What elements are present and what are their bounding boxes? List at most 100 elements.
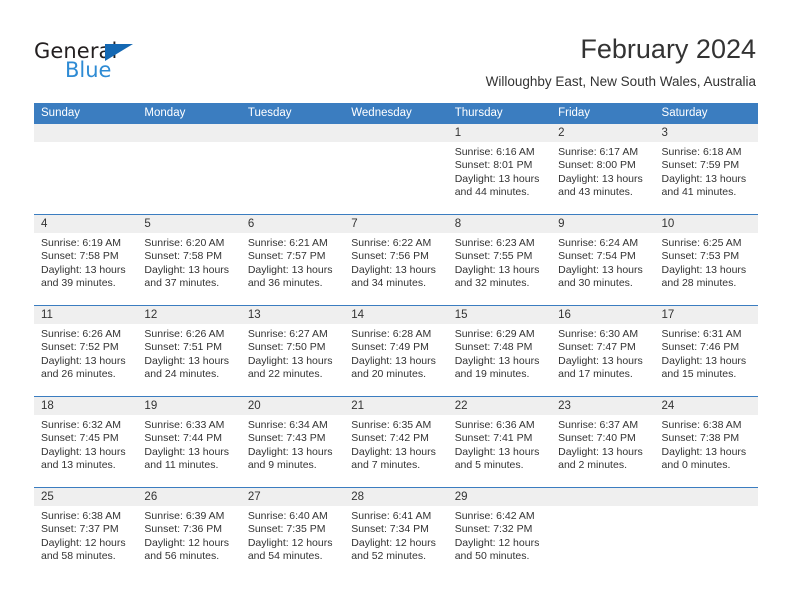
- daylight-line-1: Daylight: 13 hours: [144, 445, 230, 458]
- day-number[interactable]: 3: [655, 124, 758, 142]
- day-cell[interactable]: Sunrise: 6:19 AM Sunset: 7:58 PM Dayligh…: [34, 233, 137, 305]
- sunset-line: Sunset: 7:51 PM: [144, 341, 223, 354]
- day-cell[interactable]: Sunrise: 6:28 AM Sunset: 7:49 PM Dayligh…: [344, 324, 447, 396]
- day-cell[interactable]: Sunrise: 6:26 AM Sunset: 7:51 PM Dayligh…: [137, 324, 240, 396]
- sunrise-line: Sunrise: 6:35 AM: [351, 419, 432, 431]
- day-cell[interactable]: Sunrise: 6:32 AM Sunset: 7:45 PM Dayligh…: [34, 415, 137, 487]
- day-cell[interactable]: Sunrise: 6:34 AM Sunset: 7:43 PM Dayligh…: [241, 415, 344, 487]
- daylight-line-2: and 44 minutes.: [454, 186, 530, 199]
- day-cell[interactable]: Sunrise: 6:25 AM Sunset: 7:53 PM Dayligh…: [655, 233, 758, 305]
- day-number[interactable]: 14: [344, 306, 447, 324]
- day-cell[interactable]: [34, 142, 137, 214]
- daylight-line-2: and 36 minutes.: [247, 277, 323, 290]
- daylight-line-1: Daylight: 13 hours: [41, 263, 126, 276]
- sunset-line: Sunset: 7:42 PM: [351, 432, 429, 445]
- day-number[interactable]: 26: [137, 488, 240, 506]
- sunrise-line: Sunrise: 6:31 AM: [661, 328, 742, 340]
- day-cell[interactable]: Sunrise: 6:31 AM Sunset: 7:46 PM Dayligh…: [655, 324, 758, 396]
- day-cell[interactable]: [241, 142, 344, 214]
- weekday-header-friday: Friday: [558, 107, 591, 119]
- day-number[interactable]: 17: [655, 306, 758, 324]
- day-number[interactable]: 16: [551, 306, 654, 324]
- day-cell[interactable]: Sunrise: 6:17 AM Sunset: 8:00 PM Dayligh…: [551, 142, 654, 214]
- sunset-line: Sunset: 7:49 PM: [351, 341, 429, 354]
- day-number[interactable]: [344, 124, 447, 142]
- daylight-line-1: Daylight: 13 hours: [454, 445, 540, 458]
- day-cell[interactable]: Sunrise: 6:24 AM Sunset: 7:54 PM Dayligh…: [551, 233, 654, 305]
- day-cell[interactable]: Sunrise: 6:38 AM Sunset: 7:38 PM Dayligh…: [655, 415, 758, 487]
- day-number[interactable]: 8: [448, 215, 551, 233]
- day-number[interactable]: 21: [344, 397, 447, 415]
- weekday-header-tuesday: Tuesday: [247, 107, 292, 119]
- weekday-header-saturday: Saturday: [661, 107, 708, 119]
- day-number[interactable]: [551, 488, 654, 506]
- day-cell[interactable]: Sunrise: 6:33 AM Sunset: 7:44 PM Dayligh…: [137, 415, 240, 487]
- day-cell[interactable]: Sunrise: 6:36 AM Sunset: 7:41 PM Dayligh…: [448, 415, 551, 487]
- sunrise-line: Sunrise: 6:28 AM: [351, 328, 432, 340]
- day-number[interactable]: 23: [551, 397, 654, 415]
- day-number[interactable]: 19: [137, 397, 240, 415]
- day-cell[interactable]: Sunrise: 6:30 AM Sunset: 7:47 PM Dayligh…: [551, 324, 654, 396]
- day-cell[interactable]: Sunrise: 6:42 AM Sunset: 7:32 PM Dayligh…: [448, 506, 551, 578]
- day-number[interactable]: 4: [34, 215, 137, 233]
- day-cell[interactable]: [551, 506, 654, 578]
- day-cell[interactable]: [137, 142, 240, 214]
- sunrise-line: Sunrise: 6:22 AM: [351, 237, 432, 249]
- day-cell[interactable]: Sunrise: 6:22 AM Sunset: 7:56 PM Dayligh…: [344, 233, 447, 305]
- day-cell[interactable]: Sunrise: 6:20 AM Sunset: 7:58 PM Dayligh…: [137, 233, 240, 305]
- day-number[interactable]: 1: [448, 124, 551, 142]
- general-blue-logo[interactable]: General Blue: [34, 40, 214, 90]
- day-cell[interactable]: Sunrise: 6:40 AM Sunset: 7:35 PM Dayligh…: [241, 506, 344, 578]
- day-number[interactable]: 28: [344, 488, 447, 506]
- daylight-line-1: Daylight: 13 hours: [41, 445, 126, 458]
- day-number[interactable]: 24: [655, 397, 758, 415]
- day-cell[interactable]: Sunrise: 6:26 AM Sunset: 7:52 PM Dayligh…: [34, 324, 137, 396]
- week-date-number-band: 18 19 20 21 22 23 24: [34, 397, 758, 415]
- day-cell[interactable]: Sunrise: 6:38 AM Sunset: 7:37 PM Dayligh…: [34, 506, 137, 578]
- sunset-line: Sunset: 7:53 PM: [661, 250, 740, 263]
- day-number[interactable]: 29: [448, 488, 551, 506]
- day-number[interactable]: 11: [34, 306, 137, 324]
- day-number[interactable]: 7: [344, 215, 447, 233]
- day-number[interactable]: 13: [241, 306, 344, 324]
- day-cell[interactable]: Sunrise: 6:37 AM Sunset: 7:40 PM Dayligh…: [551, 415, 654, 487]
- day-number[interactable]: 20: [241, 397, 344, 415]
- day-cell[interactable]: Sunrise: 6:23 AM Sunset: 7:55 PM Dayligh…: [448, 233, 551, 305]
- daylight-line-1: Daylight: 12 hours: [454, 536, 540, 549]
- day-cell[interactable]: Sunrise: 6:27 AM Sunset: 7:50 PM Dayligh…: [241, 324, 344, 396]
- day-number[interactable]: 9: [551, 215, 654, 233]
- day-number[interactable]: [34, 124, 137, 142]
- day-cell[interactable]: [655, 506, 758, 578]
- day-number[interactable]: 22: [448, 397, 551, 415]
- daylight-line-1: Daylight: 13 hours: [247, 354, 333, 367]
- day-number[interactable]: 18: [34, 397, 137, 415]
- day-number[interactable]: 25: [34, 488, 137, 506]
- daylight-line-2: and 32 minutes.: [454, 277, 530, 290]
- day-cell[interactable]: Sunrise: 6:18 AM Sunset: 7:59 PM Dayligh…: [655, 142, 758, 214]
- sunrise-line: Sunrise: 6:20 AM: [144, 237, 225, 249]
- day-number[interactable]: [137, 124, 240, 142]
- day-number[interactable]: [655, 488, 758, 506]
- daylight-line-1: Daylight: 13 hours: [247, 263, 333, 276]
- sunset-line: Sunset: 7:54 PM: [558, 250, 636, 263]
- day-cell[interactable]: Sunrise: 6:21 AM Sunset: 7:57 PM Dayligh…: [241, 233, 344, 305]
- day-cell[interactable]: [344, 142, 447, 214]
- day-cell[interactable]: Sunrise: 6:29 AM Sunset: 7:48 PM Dayligh…: [448, 324, 551, 396]
- day-cell[interactable]: Sunrise: 6:35 AM Sunset: 7:42 PM Dayligh…: [344, 415, 447, 487]
- sunrise-line: Sunrise: 6:25 AM: [661, 237, 742, 249]
- sunrise-line: Sunrise: 6:34 AM: [247, 419, 328, 431]
- sunrise-line: Sunrise: 6:41 AM: [351, 510, 432, 522]
- daylight-line-1: Daylight: 12 hours: [351, 536, 436, 549]
- day-number[interactable]: 6: [241, 215, 344, 233]
- day-cell[interactable]: Sunrise: 6:39 AM Sunset: 7:36 PM Dayligh…: [137, 506, 240, 578]
- day-number[interactable]: 15: [448, 306, 551, 324]
- sunset-line: Sunset: 7:34 PM: [351, 523, 429, 536]
- day-cell[interactable]: Sunrise: 6:16 AM Sunset: 8:01 PM Dayligh…: [448, 142, 551, 214]
- day-number[interactable]: 10: [655, 215, 758, 233]
- day-number[interactable]: 2: [551, 124, 654, 142]
- day-cell[interactable]: Sunrise: 6:41 AM Sunset: 7:34 PM Dayligh…: [344, 506, 447, 578]
- day-number[interactable]: [241, 124, 344, 142]
- day-number[interactable]: 5: [137, 215, 240, 233]
- day-number[interactable]: 12: [137, 306, 240, 324]
- day-number[interactable]: 27: [241, 488, 344, 506]
